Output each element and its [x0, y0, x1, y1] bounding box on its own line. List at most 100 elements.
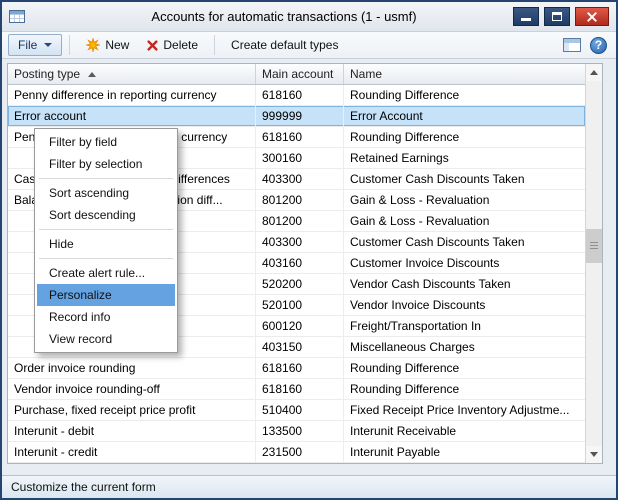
cell-name: Interunit Receivable — [344, 421, 585, 441]
app-window: Accounts for automatic transactions (1 -… — [0, 0, 618, 500]
new-star-icon — [86, 38, 100, 52]
scroll-up-button[interactable] — [586, 64, 602, 81]
titlebar: Accounts for automatic transactions (1 -… — [2, 2, 616, 32]
status-text: Customize the current form — [11, 480, 156, 494]
cell-name: Rounding Difference — [344, 358, 585, 378]
column-header-main-account[interactable]: Main account — [256, 64, 344, 84]
cell-name: Gain & Loss - Revaluation — [344, 211, 585, 231]
cell-name: Rounding Difference — [344, 85, 585, 105]
column-header-name[interactable]: Name — [344, 64, 585, 84]
minimize-button[interactable] — [513, 7, 539, 26]
cell-name: Retained Earnings — [344, 148, 585, 168]
cell-main-account: 999999 — [256, 106, 344, 126]
cell-name: Vendor Invoice Discounts — [344, 295, 585, 315]
cell-main-account: 801200 — [256, 190, 344, 210]
cell-posting-type: Order invoice rounding — [8, 358, 256, 378]
new-label: New — [105, 38, 129, 52]
menu-item-hide[interactable]: Hide — [37, 233, 175, 255]
scrollbar-thumb[interactable] — [586, 229, 602, 263]
toolbar-separator — [69, 35, 70, 55]
toolbar-right: ? — [563, 37, 607, 54]
cell-main-account: 300160 — [256, 148, 344, 168]
menu-item-view-record[interactable]: View record — [37, 328, 175, 350]
new-button[interactable]: New — [77, 34, 138, 56]
layout-icon[interactable] — [563, 38, 581, 52]
cell-main-account: 801200 — [256, 211, 344, 231]
cell-name: Customer Cash Discounts Taken — [344, 232, 585, 252]
cell-name: Vendor Cash Discounts Taken — [344, 274, 585, 294]
cell-main-account: 618160 — [256, 127, 344, 147]
cell-name: Customer Invoice Discounts — [344, 253, 585, 273]
table-row[interactable]: Penny difference in reporting currency61… — [8, 85, 585, 106]
cell-name: Customer Cash Discounts Taken — [344, 169, 585, 189]
cell-posting-type: Interunit - credit — [8, 442, 256, 462]
close-button[interactable] — [575, 7, 609, 26]
maximize-button[interactable] — [544, 7, 570, 26]
cell-name: Rounding Difference — [344, 127, 585, 147]
table-row[interactable]: Interunit - debit133500Interunit Receiva… — [8, 421, 585, 442]
cell-posting-type: Interunit - debit — [8, 421, 256, 441]
column-header-label: Posting type — [14, 67, 80, 81]
create-default-types-label: Create default types — [231, 38, 338, 52]
cell-posting-type: Purchase, fixed receipt price profit — [8, 400, 256, 420]
statusbar: Customize the current form — [2, 475, 616, 498]
menu-item-sort-ascending[interactable]: Sort ascending — [37, 182, 175, 204]
cell-name: Miscellaneous Charges — [344, 337, 585, 357]
help-icon[interactable]: ? — [590, 37, 607, 54]
cell-main-account: 403300 — [256, 169, 344, 189]
delete-label: Delete — [163, 38, 198, 52]
menu-item-record-info[interactable]: Record info — [37, 306, 175, 328]
cell-posting-type: Vendor invoice rounding-off — [8, 379, 256, 399]
toolbar: File New Delete Create default types ? — [2, 32, 616, 59]
menu-separator — [39, 178, 173, 179]
delete-x-icon — [147, 40, 158, 51]
cell-main-account: 520100 — [256, 295, 344, 315]
cell-main-account: 403150 — [256, 337, 344, 357]
vertical-scrollbar[interactable] — [585, 64, 602, 463]
cell-main-account: 618160 — [256, 379, 344, 399]
window-grid-icon — [9, 10, 25, 23]
table-row[interactable]: Order invoice rounding618160Rounding Dif… — [8, 358, 585, 379]
file-menu-button[interactable]: File — [8, 34, 62, 56]
toolbar-separator — [214, 35, 215, 55]
delete-button[interactable]: Delete — [138, 34, 207, 56]
cell-main-account: 133500 — [256, 421, 344, 441]
menu-separator — [39, 229, 173, 230]
menu-item-filter-by-selection[interactable]: Filter by selection — [37, 153, 175, 175]
table-row[interactable]: Vendor invoice rounding-off618160Roundin… — [8, 379, 585, 400]
cell-main-account: 618160 — [256, 358, 344, 378]
triangle-down-icon — [590, 452, 598, 457]
cell-main-account: 231500 — [256, 442, 344, 462]
cell-name: Interunit Payable — [344, 442, 585, 462]
cell-main-account: 618160 — [256, 85, 344, 105]
table-row[interactable]: Purchase, fixed receipt price profit5104… — [8, 400, 585, 421]
chevron-down-icon — [44, 43, 52, 47]
create-default-types-button[interactable]: Create default types — [222, 34, 347, 56]
table-row[interactable]: Interunit - credit231500Interunit Payabl… — [8, 442, 585, 463]
cell-name: Error Account — [344, 106, 585, 126]
menu-separator — [39, 258, 173, 259]
table-row[interactable]: Error account999999Error Account — [8, 106, 585, 127]
grid-header: Posting type Main account Name — [8, 64, 585, 85]
window-title: Accounts for automatic transactions (1 -… — [62, 9, 506, 24]
cell-name: Freight/Transportation In — [344, 316, 585, 336]
menu-item-filter-by-field[interactable]: Filter by field — [37, 131, 175, 153]
cell-main-account: 403300 — [256, 232, 344, 252]
cell-name: Gain & Loss - Revaluation — [344, 190, 585, 210]
cell-main-account: 600120 — [256, 316, 344, 336]
menu-item-create-alert-rule[interactable]: Create alert rule... — [37, 262, 175, 284]
minimize-icon — [521, 18, 531, 21]
cell-posting-type: Penny difference in reporting currency — [8, 85, 256, 105]
sort-ascending-icon — [88, 72, 96, 77]
cell-main-account: 510400 — [256, 400, 344, 420]
maximize-icon — [552, 12, 562, 21]
cell-name: Fixed Receipt Price Inventory Adjustme..… — [344, 400, 585, 420]
window-controls — [513, 7, 609, 26]
column-header-label: Name — [350, 67, 382, 81]
triangle-up-icon — [590, 70, 598, 75]
menu-item-personalize[interactable]: Personalize — [37, 284, 175, 306]
column-header-posting-type[interactable]: Posting type — [8, 64, 256, 84]
menu-item-sort-descending[interactable]: Sort descending — [37, 204, 175, 226]
scroll-down-button[interactable] — [586, 446, 602, 463]
column-header-label: Main account — [262, 67, 333, 81]
